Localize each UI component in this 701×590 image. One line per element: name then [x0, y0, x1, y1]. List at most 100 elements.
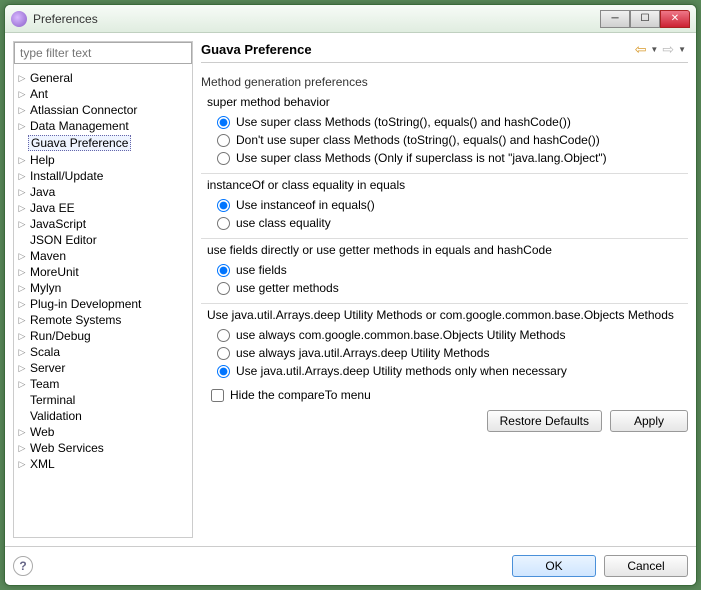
- expand-arrow-icon[interactable]: ▷: [16, 105, 28, 116]
- radio-input[interactable]: [217, 152, 230, 165]
- tree-item[interactable]: Validation: [16, 408, 190, 424]
- help-icon[interactable]: ?: [13, 556, 33, 576]
- hide-compareto-row[interactable]: Hide the compareTo menu: [201, 386, 688, 404]
- tree-item[interactable]: ▷XML: [16, 456, 190, 472]
- radio-input[interactable]: [217, 116, 230, 129]
- tree-item[interactable]: ▷Atlassian Connector: [16, 102, 190, 118]
- tree-item[interactable]: JSON Editor: [16, 232, 190, 248]
- tree-item[interactable]: ▷Java EE: [16, 200, 190, 216]
- expand-arrow-icon[interactable]: ▷: [16, 219, 28, 230]
- radio-label: use class equality: [236, 216, 331, 230]
- expand-arrow-icon[interactable]: ▷: [16, 89, 28, 100]
- option-group: super method behaviorUse super class Met…: [201, 95, 688, 167]
- tree-item[interactable]: ▷Mylyn: [16, 280, 190, 296]
- tree-item[interactable]: ▷Web Services: [16, 440, 190, 456]
- expand-arrow-icon[interactable]: ▷: [16, 251, 28, 262]
- tree-item[interactable]: Guava Preference: [16, 134, 190, 152]
- tree-item[interactable]: ▷Data Management: [16, 118, 190, 134]
- tree-item[interactable]: ▷Team: [16, 376, 190, 392]
- nav-back-icon[interactable]: ⇦: [633, 41, 649, 58]
- tree-item[interactable]: ▷Run/Debug: [16, 328, 190, 344]
- tree-item[interactable]: ▷Plug-in Development: [16, 296, 190, 312]
- radio-option[interactable]: use getter methods: [207, 279, 688, 297]
- main-area: ▷General▷Ant▷Atlassian Connector▷Data Ma…: [5, 33, 696, 546]
- expand-arrow-icon[interactable]: ▷: [16, 299, 28, 310]
- hide-compareto-checkbox[interactable]: [211, 389, 224, 402]
- expand-arrow-icon[interactable]: ▷: [16, 379, 28, 390]
- tree-item[interactable]: ▷MoreUnit: [16, 264, 190, 280]
- radio-input[interactable]: [217, 134, 230, 147]
- radio-option[interactable]: Use instanceof in equals(): [207, 196, 688, 214]
- tree-item[interactable]: ▷Scala: [16, 344, 190, 360]
- tree-item[interactable]: ▷JavaScript: [16, 216, 190, 232]
- tree-item[interactable]: ▷Remote Systems: [16, 312, 190, 328]
- expand-arrow-icon[interactable]: ▷: [16, 187, 28, 198]
- radio-option[interactable]: Use super class Methods (toString(), equ…: [207, 113, 688, 131]
- tree-item-label: Remote Systems: [28, 313, 123, 327]
- expand-arrow-icon[interactable]: ▷: [16, 283, 28, 294]
- radio-option[interactable]: Don't use super class Methods (toString(…: [207, 131, 688, 149]
- nav-forward-dropdown-icon[interactable]: ▼: [676, 45, 688, 54]
- expand-arrow-icon[interactable]: ▷: [16, 427, 28, 438]
- tree-item[interactable]: ▷Ant: [16, 86, 190, 102]
- tree-item[interactable]: ▷Web: [16, 424, 190, 440]
- tree-item-label: Java EE: [28, 201, 77, 215]
- expand-arrow-icon[interactable]: ▷: [16, 347, 28, 358]
- option-groups: super method behaviorUse super class Met…: [201, 91, 688, 386]
- radio-option[interactable]: Use super class Methods (Only if supercl…: [207, 149, 688, 167]
- tree-item-label: XML: [28, 457, 57, 471]
- radio-input[interactable]: [217, 217, 230, 230]
- radio-input[interactable]: [217, 329, 230, 342]
- radio-option[interactable]: use class equality: [207, 214, 688, 232]
- tree-item[interactable]: ▷Java: [16, 184, 190, 200]
- radio-label: Use instanceof in equals(): [236, 198, 375, 212]
- expand-arrow-icon[interactable]: ▷: [16, 315, 28, 326]
- close-button[interactable]: ✕: [660, 10, 690, 28]
- radio-input[interactable]: [217, 282, 230, 295]
- hide-compareto-label: Hide the compareTo menu: [230, 388, 371, 402]
- radio-input[interactable]: [217, 365, 230, 378]
- apply-button[interactable]: Apply: [610, 410, 688, 432]
- tree-item-label: MoreUnit: [28, 265, 81, 279]
- restore-defaults-button[interactable]: Restore Defaults: [487, 410, 602, 432]
- filter-input[interactable]: [14, 42, 192, 64]
- expand-arrow-icon[interactable]: ▷: [16, 203, 28, 214]
- tree-item[interactable]: Terminal: [16, 392, 190, 408]
- expand-arrow-icon[interactable]: ▷: [16, 121, 28, 132]
- tree-item-label: Maven: [28, 249, 68, 263]
- tree-item-label: Atlassian Connector: [28, 103, 139, 117]
- radio-input[interactable]: [217, 347, 230, 360]
- expand-arrow-icon[interactable]: ▷: [16, 73, 28, 84]
- tree-item[interactable]: ▷Help: [16, 152, 190, 168]
- expand-arrow-icon[interactable]: ▷: [16, 459, 28, 470]
- radio-option[interactable]: use fields: [207, 261, 688, 279]
- minimize-button[interactable]: ─: [600, 10, 630, 28]
- expand-arrow-icon[interactable]: ▷: [16, 155, 28, 166]
- expand-arrow-icon[interactable]: ▷: [16, 171, 28, 182]
- maximize-button[interactable]: ☐: [630, 10, 660, 28]
- expand-arrow-icon[interactable]: ▷: [16, 331, 28, 342]
- radio-label: use fields: [236, 263, 287, 277]
- tree-item[interactable]: ▷Install/Update: [16, 168, 190, 184]
- tree-item-label: Web Services: [28, 441, 106, 455]
- expand-arrow-icon[interactable]: ▷: [16, 267, 28, 278]
- radio-input[interactable]: [217, 199, 230, 212]
- radio-option[interactable]: use always java.util.Arrays.deep Utility…: [207, 344, 688, 362]
- expand-arrow-icon[interactable]: ▷: [16, 363, 28, 374]
- ok-button[interactable]: OK: [512, 555, 596, 577]
- tree-item-label: Terminal: [28, 393, 77, 407]
- radio-option[interactable]: Use java.util.Arrays.deep Utility method…: [207, 362, 688, 380]
- tree-item[interactable]: ▷General: [16, 70, 190, 86]
- nav-back-dropdown-icon[interactable]: ▼: [648, 45, 660, 54]
- tree-item[interactable]: ▷Maven: [16, 248, 190, 264]
- tree-item-label: Scala: [28, 345, 62, 359]
- tree-item-label: Run/Debug: [28, 329, 93, 343]
- expand-arrow-icon[interactable]: ▷: [16, 443, 28, 454]
- preference-tree[interactable]: ▷General▷Ant▷Atlassian Connector▷Data Ma…: [14, 68, 192, 537]
- tree-item[interactable]: ▷Server: [16, 360, 190, 376]
- titlebar: Preferences ─ ☐ ✕: [5, 5, 696, 33]
- cancel-button[interactable]: Cancel: [604, 555, 688, 577]
- radio-input[interactable]: [217, 264, 230, 277]
- nav-forward-icon[interactable]: ⇨: [660, 41, 676, 58]
- radio-option[interactable]: use always com.google.common.base.Object…: [207, 326, 688, 344]
